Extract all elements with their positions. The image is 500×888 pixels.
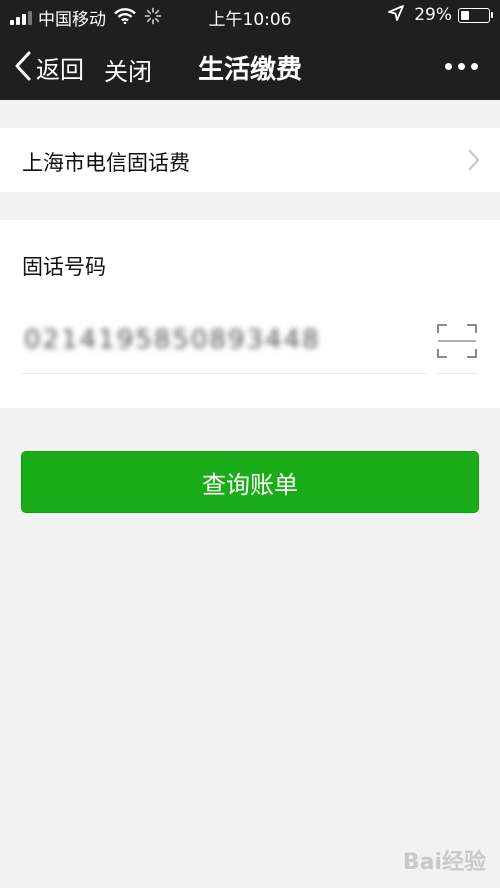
query-bill-button[interactable]: 查询账单 [21,451,479,513]
status-bar: 中国移动 上午10:06 29% [0,0,500,34]
phone-label: 固话号码 [22,255,106,279]
location-arrow-icon [388,5,405,25]
battery-icon [458,7,493,23]
status-right: 29% [388,5,493,25]
provider-row[interactable]: 上海市电信固话费 [0,128,500,192]
chevron-right-icon [468,149,480,175]
battery-percent: 29% [414,5,452,25]
watermark-logo: Bai经验 [402,850,486,875]
battery-fill [461,10,469,20]
scan-icon[interactable] [436,323,478,363]
provider-label: 上海市电信固话费 [22,151,190,175]
more-dots-icon[interactable] [445,63,478,70]
scan-underline [436,373,478,374]
phone-underline [22,373,426,374]
phone-input[interactable] [22,310,430,370]
phone-card: 固话号码 [0,220,500,408]
nav-bar: 返回 关闭 生活缴费 [0,34,500,100]
page-title: 生活缴费 [197,55,302,85]
